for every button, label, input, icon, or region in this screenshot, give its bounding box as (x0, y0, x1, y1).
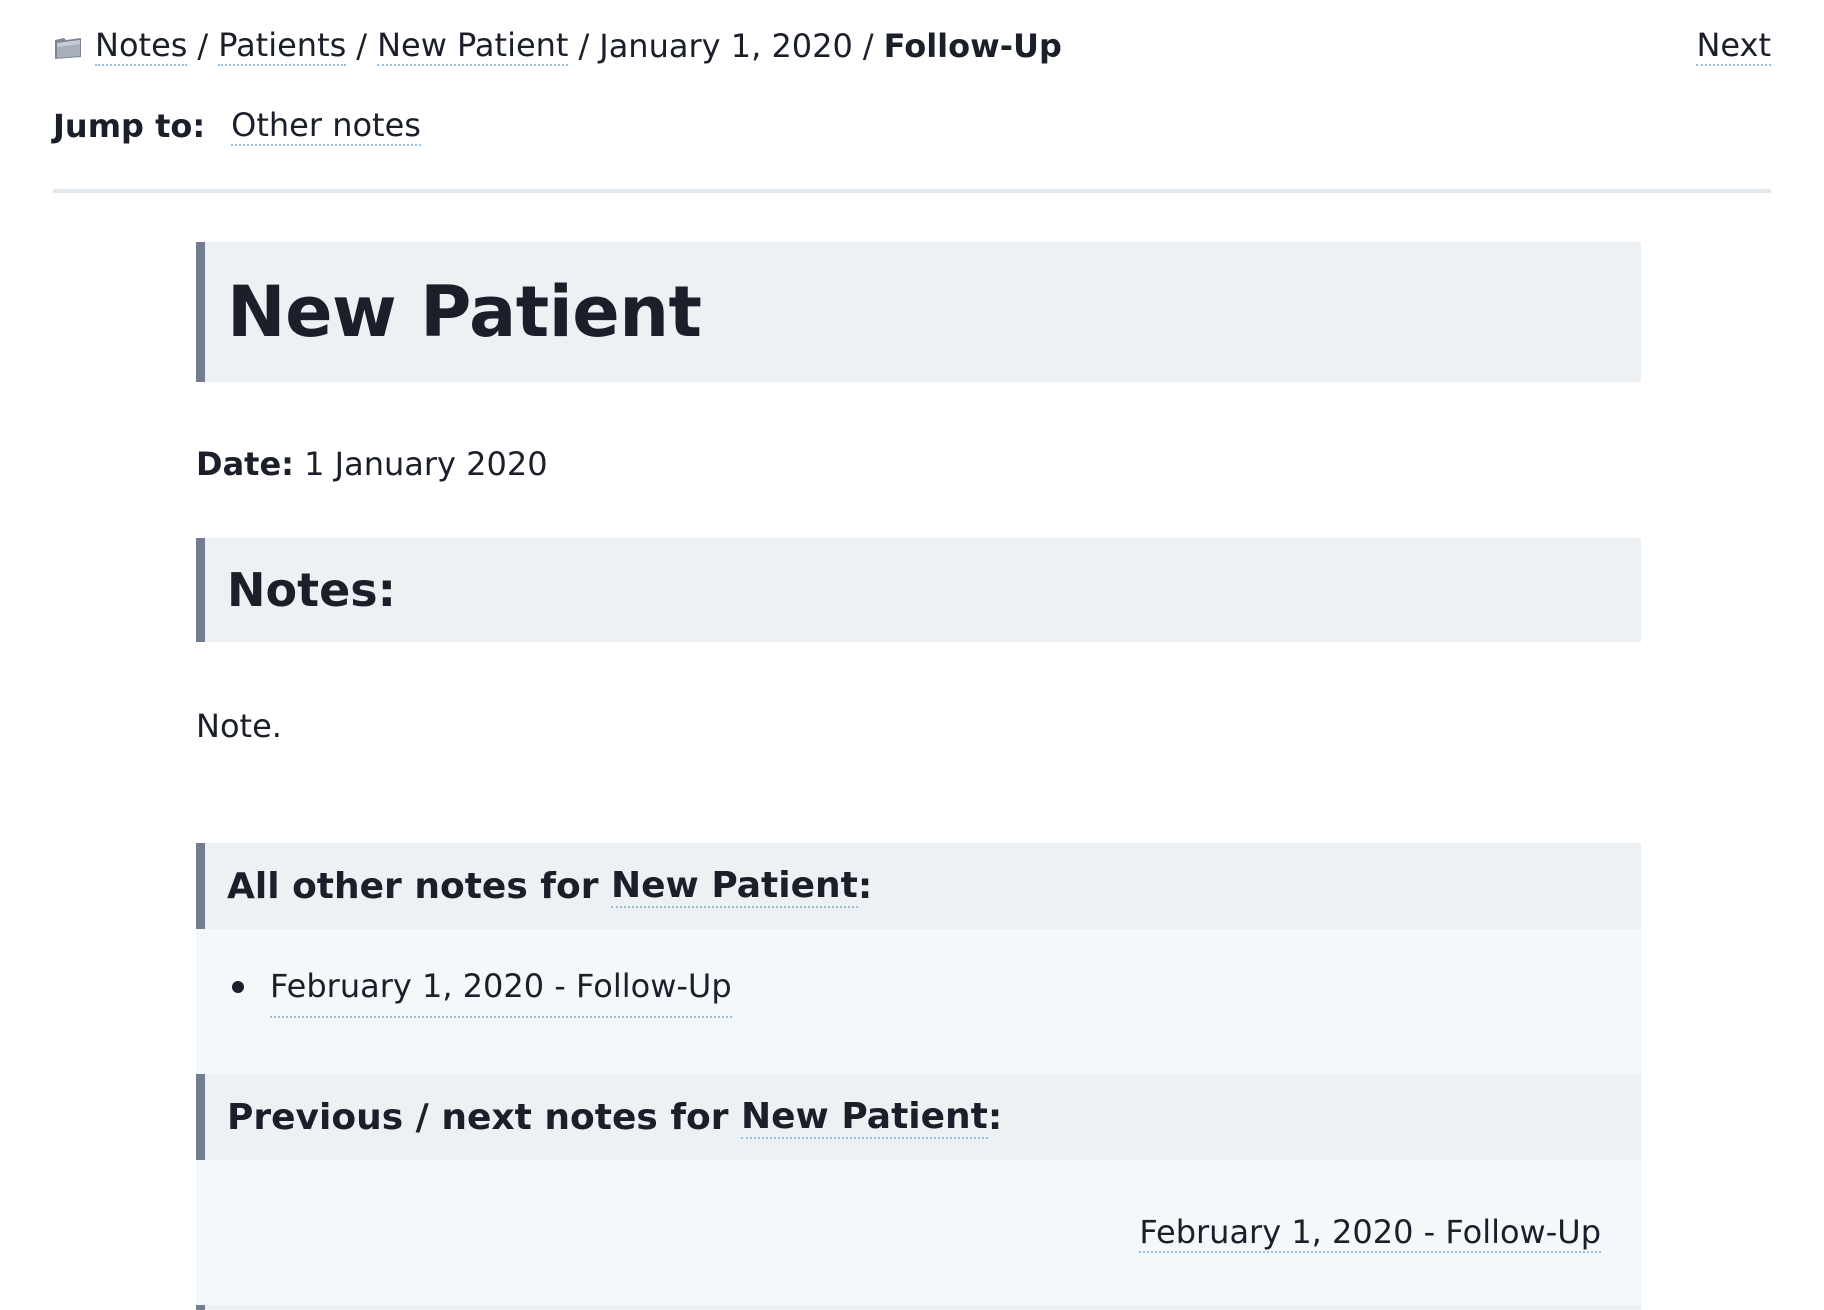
prev-next-patient-link[interactable]: New Patient (741, 1096, 988, 1139)
other-notes-heading-suffix: : (857, 865, 873, 907)
other-notes-heading: All other notes for New Patient: (196, 843, 1641, 929)
other-notes-heading-prefix: All other notes for (227, 865, 599, 907)
page-title: New Patient (227, 271, 702, 353)
date-label: Date: (196, 445, 294, 483)
folder-icon (53, 31, 83, 59)
breadcrumb: Notes / Patients / New Patient / January… (53, 26, 1062, 66)
breadcrumb-item-patients[interactable]: Patients (218, 26, 347, 66)
other-notes-patient-link[interactable]: New Patient (611, 865, 858, 908)
top-bar: Notes / Patients / New Patient / January… (53, 22, 1771, 70)
other-notes-list: February 1, 2020 - Follow-Up (232, 956, 1641, 1018)
notes-heading-box: Notes: (196, 538, 1641, 642)
jump-bar: Jump to: Other notes (53, 102, 421, 150)
prev-next-heading-suffix: : (987, 1096, 1003, 1138)
list-item: February 1, 2020 - Follow-Up (232, 956, 1641, 1018)
next-note-link[interactable]: February 1, 2020 - Follow-Up (1139, 1213, 1601, 1253)
other-notes-list-panel: February 1, 2020 - Follow-Up (196, 929, 1641, 1074)
date-value: 1 January 2020 (304, 445, 548, 483)
prev-next-heading-prefix: Previous / next notes for (227, 1096, 729, 1138)
main-content: New Patient Date: 1 January 2020 Notes: … (196, 242, 1641, 1310)
breadcrumb-separator: / (356, 27, 368, 65)
other-notes-link[interactable]: Other notes (231, 106, 421, 146)
notes-heading: Notes: (227, 563, 397, 617)
bullet-icon (232, 981, 244, 993)
breadcrumb-separator: / (197, 27, 209, 65)
breadcrumb-separator: / (862, 27, 874, 65)
next-link[interactable]: Next (1696, 26, 1771, 66)
prev-next-heading: Previous / next notes for New Patient: (196, 1074, 1641, 1160)
breadcrumb-item-patient[interactable]: New Patient (377, 26, 569, 66)
next-section-heading (196, 1305, 1641, 1310)
page-title-box: New Patient (196, 242, 1641, 382)
note-text: Note. (196, 707, 282, 745)
date-line: Date: 1 January 2020 (196, 442, 1641, 486)
breadcrumb-item-date: January 1, 2020 (599, 27, 853, 65)
jump-label: Jump to: (53, 107, 206, 145)
breadcrumb-item-notes[interactable]: Notes (95, 26, 188, 66)
breadcrumb-current: Follow-Up (883, 27, 1062, 65)
divider (53, 189, 1771, 193)
breadcrumb-separator: / (578, 27, 590, 65)
other-note-link[interactable]: February 1, 2020 - Follow-Up (270, 956, 732, 1018)
prev-next-panel: February 1, 2020 - Follow-Up (196, 1160, 1641, 1305)
